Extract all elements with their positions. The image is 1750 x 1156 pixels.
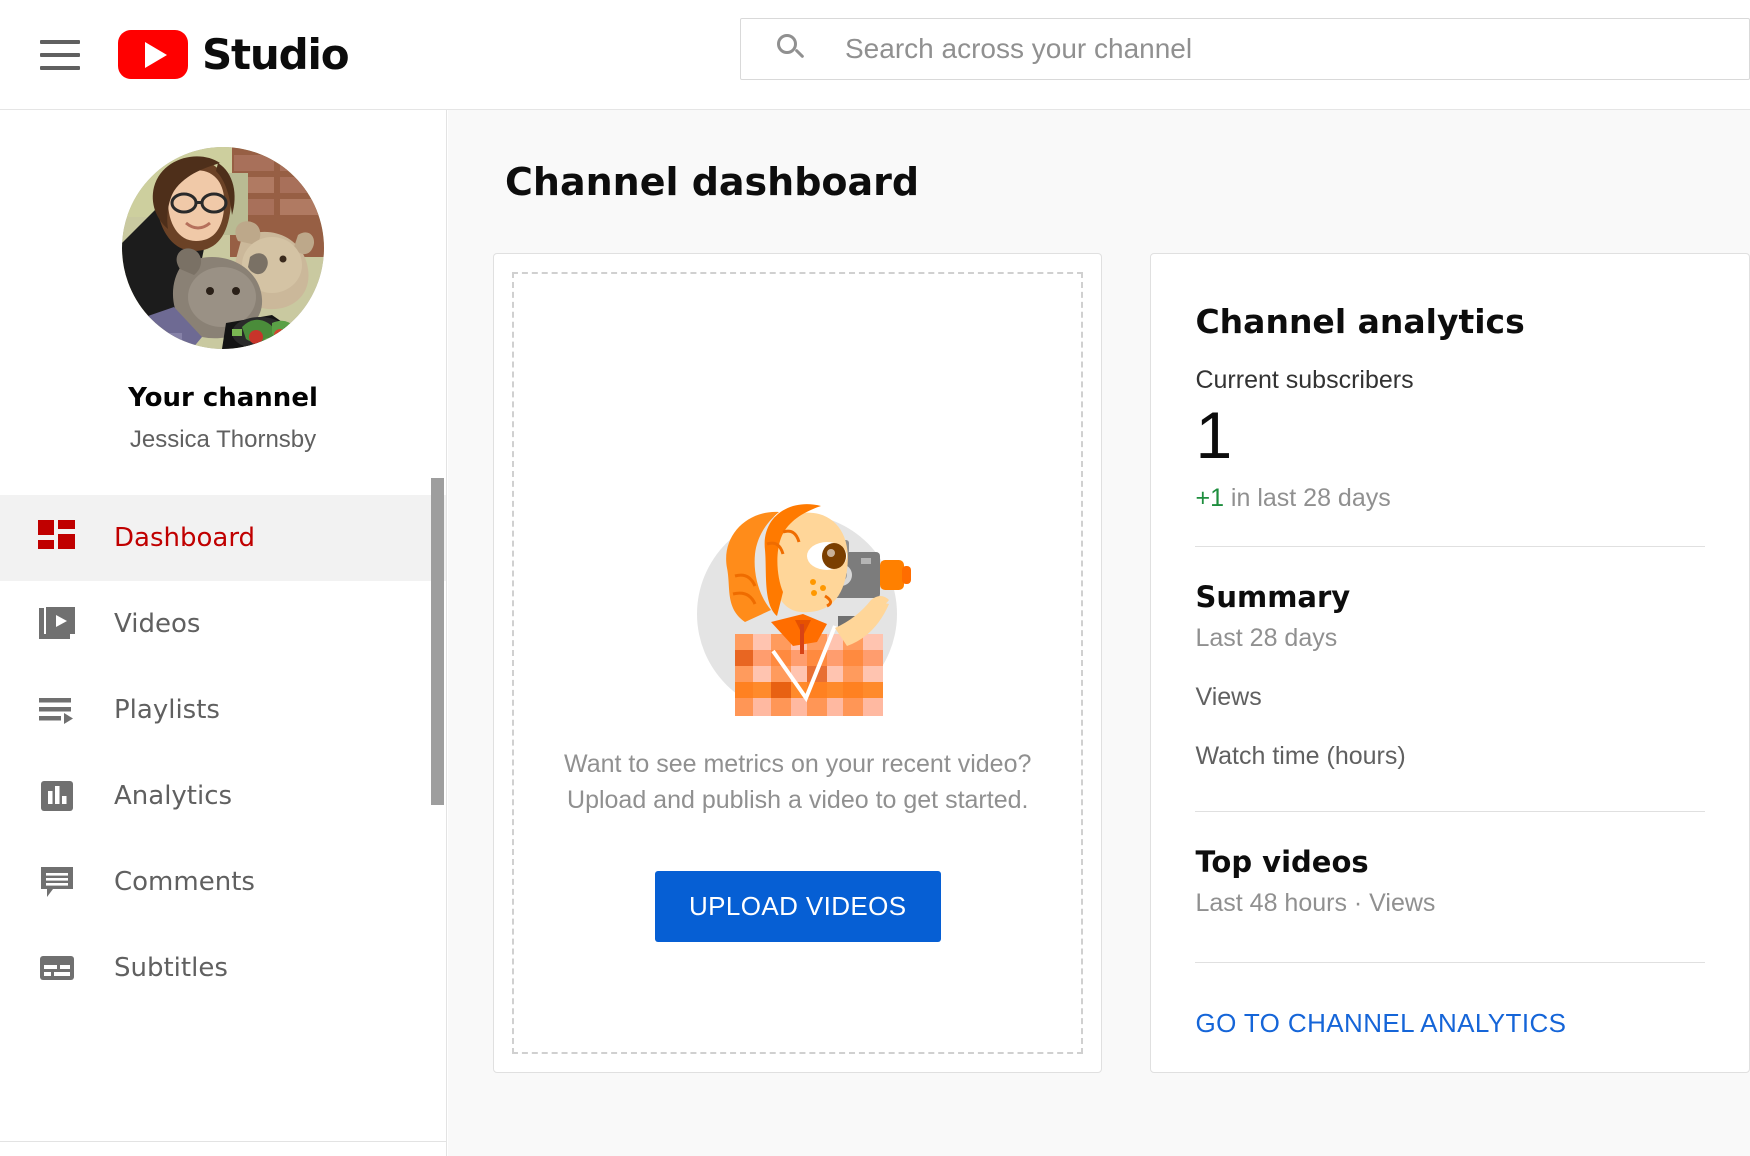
channel-title: Your channel <box>128 383 318 413</box>
current-subscribers-value: 1 <box>1195 401 1705 470</box>
subscribers-delta-text: in last 28 days <box>1224 484 1391 512</box>
youtube-play-icon <box>118 30 188 79</box>
search-icon-handle <box>795 49 805 59</box>
search-bar[interactable] <box>740 18 1750 80</box>
sidebar-divider <box>0 1141 447 1142</box>
upload-promo-line-2: Upload and publish a video to get starte… <box>567 782 1028 818</box>
subtitles-caption-icon <box>33 944 81 992</box>
upload-dropzone[interactable]: Want to see metrics on your recent video… <box>512 272 1083 1054</box>
main-content: Channel dashboard <box>448 110 1750 1156</box>
videos-stack-icon <box>33 600 81 648</box>
analytics-divider-2 <box>1195 811 1705 812</box>
channel-owner-name: Jessica Thornsby <box>130 426 316 454</box>
studio-logo[interactable]: Studio <box>118 30 348 79</box>
brand-label: Studio <box>202 30 348 79</box>
metric-views-label: Views <box>1195 683 1705 712</box>
sidebar-item-label: Videos <box>114 609 200 639</box>
sidebar-item-label: Comments <box>114 867 255 897</box>
hamburger-line <box>40 40 80 44</box>
metric-watch-time-label: Watch time (hours) <box>1195 742 1705 771</box>
sidebar-item-videos[interactable]: Videos <box>0 581 446 667</box>
upload-video-card: Want to see metrics on your recent video… <box>493 253 1102 1073</box>
top-videos-title: Top videos <box>1195 845 1705 879</box>
videographer-illustration <box>675 496 920 716</box>
current-subscribers-label: Current subscribers <box>1195 366 1705 395</box>
sidebar-item-dashboard[interactable]: Dashboard <box>0 495 446 581</box>
hamburger-line <box>40 66 80 70</box>
analytics-card-title: Channel analytics <box>1195 302 1705 341</box>
top-navigation-bar: Studio <box>0 0 1750 110</box>
sidebar-item-label: Dashboard <box>114 523 255 553</box>
sidebar-item-analytics[interactable]: Analytics <box>0 753 446 839</box>
channel-analytics-card: Channel analytics Current subscribers 1 … <box>1150 253 1750 1073</box>
youtube-studio-window: Studio <box>0 0 1750 1156</box>
sidebar-item-label: Subtitles <box>114 953 228 983</box>
sidebar-item-comments[interactable]: Comments <box>0 839 446 925</box>
sidebar-item-subtitles[interactable]: Subtitles <box>0 925 446 1011</box>
sidebar-item-playlists[interactable]: Playlists <box>0 667 446 753</box>
sidebar-item-label: Playlists <box>114 695 220 725</box>
top-videos-period: Last 48 hours · Views <box>1195 889 1705 918</box>
summary-period: Last 28 days <box>1195 624 1705 653</box>
search-icon <box>777 34 807 64</box>
channel-avatar-photo[interactable] <box>122 147 324 349</box>
sidebar-scrollbar-thumb[interactable] <box>431 478 444 805</box>
analytics-divider-3 <box>1195 962 1705 963</box>
sidebar: Your channel Jessica Thornsby Dashboard <box>0 110 447 1156</box>
play-triangle <box>145 42 167 68</box>
sidebar-item-label: Analytics <box>114 781 232 811</box>
playlist-lines-icon <box>33 686 81 734</box>
dashboard-grid-icon <box>33 514 81 562</box>
comments-speech-bubble-icon <box>33 858 81 906</box>
channel-identity-block: Your channel Jessica Thornsby <box>0 110 446 454</box>
upload-videos-button[interactable]: UPLOAD VIDEOS <box>655 871 941 942</box>
hamburger-line <box>40 53 80 57</box>
dashboard-cards: Want to see metrics on your recent video… <box>493 253 1750 1073</box>
sidebar-navigation: Dashboard Videos <box>0 495 446 1011</box>
subscribers-delta-value: +1 <box>1195 484 1224 512</box>
search-input[interactable] <box>845 33 1749 65</box>
hamburger-menu-icon[interactable] <box>34 29 86 81</box>
avatar-image <box>122 147 324 349</box>
summary-title: Summary <box>1195 580 1705 614</box>
analytics-bar-chart-icon <box>33 772 81 820</box>
subscribers-delta: +1 in last 28 days <box>1195 484 1705 513</box>
analytics-divider-1 <box>1195 546 1705 547</box>
upload-promo-line-1: Want to see metrics on your recent video… <box>564 746 1031 782</box>
page-title: Channel dashboard <box>505 160 1750 204</box>
go-to-channel-analytics-link[interactable]: GO TO CHANNEL ANALYTICS <box>1195 1008 1566 1039</box>
